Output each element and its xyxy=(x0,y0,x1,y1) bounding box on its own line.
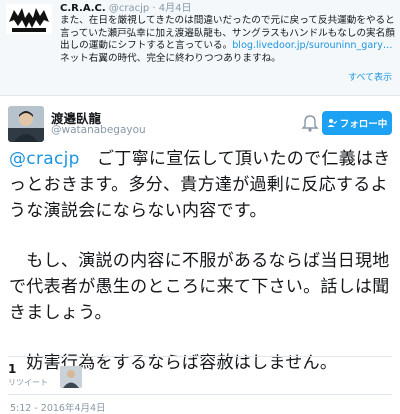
quoted-tweet-text: また、在日を厳視してきたのは間違いだったので元に戻って反共運動をやると言っていた… xyxy=(60,15,396,65)
notification-bell-icon[interactable] xyxy=(300,114,320,132)
quoted-author-name[interactable]: C.R.A.C. xyxy=(60,3,106,14)
retweet-count[interactable]: 1 xyxy=(8,362,16,376)
tweet-text: @cracjp ご丁寧に宣伝して頂いたので仁義はきっとおきます。多分、貴方達が過… xyxy=(9,146,391,376)
quoted-author-handle[interactable]: @cracjp xyxy=(109,3,149,14)
quoted-tweet-time[interactable]: 4月4日 xyxy=(159,3,192,14)
stats-divider-bottom xyxy=(8,394,392,395)
following-button[interactable]: フォロー中 xyxy=(322,111,392,135)
crac-logo-avatar[interactable] xyxy=(6,4,52,34)
tweet-paragraph-2: もし、演説の内容に不服があるならば当日現地で代表者が愚生のところに来て下さい。話… xyxy=(9,251,390,323)
author-avatar[interactable] xyxy=(8,106,44,142)
separator-dot: · xyxy=(149,3,159,14)
quoted-tweet-header: C.R.A.C. @cracjp · 4月4日 xyxy=(60,2,192,15)
avatar-photo-icon xyxy=(8,106,44,142)
retweet-label[interactable]: リツイート xyxy=(8,377,48,388)
quoted-tweet[interactable]: C.R.A.C. @cracjp · 4月4日 また、在日を厳視してきたのは間違… xyxy=(0,0,400,96)
mention-link[interactable]: @cracjp xyxy=(9,149,80,169)
retweeter-avatar[interactable] xyxy=(60,366,82,388)
user-check-icon xyxy=(327,119,337,127)
tweet-paragraph-1: @cracjp ご丁寧に宣伝して頂いたので仁義はきっとおきます。多分、貴方達が過… xyxy=(9,146,391,224)
tweet-timestamp[interactable]: 5:12 - 2016年4月4日 xyxy=(10,400,106,414)
quoted-text-part2: ネット右翼の時代、完全に終わりつつありますね。 xyxy=(60,52,281,64)
stats-divider-top xyxy=(8,356,392,357)
following-label: フォロー中 xyxy=(339,119,388,130)
retweeter-photo-icon xyxy=(60,366,82,388)
quoted-tweet-link[interactable]: blog.livedoor.jp/surouninn_gary… xyxy=(232,40,392,51)
see-all-link[interactable]: すべて表示 xyxy=(348,70,392,83)
author-handle[interactable]: @watanabegayou xyxy=(51,124,146,136)
